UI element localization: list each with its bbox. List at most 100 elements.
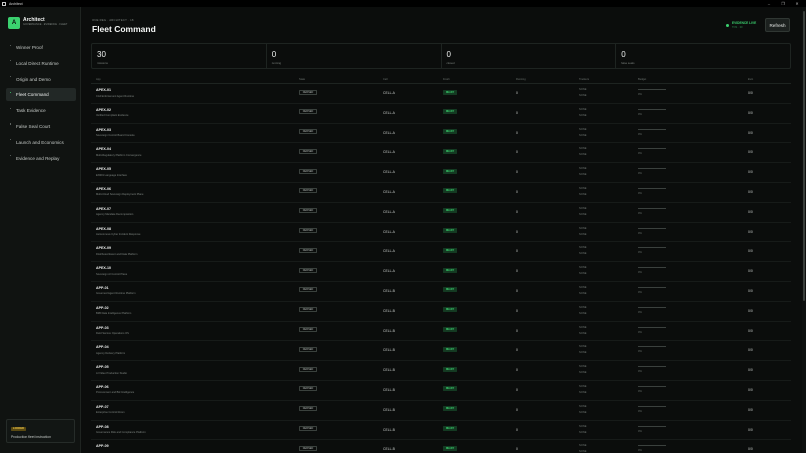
nav-bullet-icon — [10, 91, 12, 94]
budget-percent: 0% — [638, 350, 642, 354]
app-name: APEX-05 — [96, 167, 111, 172]
budget-bar — [638, 346, 666, 348]
budget-bar — [638, 286, 666, 288]
state-badge: DEFINED — [299, 109, 317, 115]
table-row[interactable]: APEX-06 Multi-Cloud Sovereign Deployment … — [91, 183, 791, 203]
table-row[interactable]: APP-03 Field Service Operations OS DEFINED… — [91, 322, 791, 342]
table-row[interactable]: APP-05 AI Video Production Studio DEFINED C… — [91, 361, 791, 381]
budget-bar — [638, 405, 666, 407]
fresh-badge: READY — [443, 208, 457, 214]
sidebar-item[interactable]: Launch and Economics — [6, 136, 76, 149]
tracker-secondary: NONE — [579, 390, 587, 394]
app-name: APEX-10 — [96, 266, 111, 271]
sidebar-item[interactable]: Evidence and Replay — [6, 152, 76, 165]
app-description: Governed Agent Runtime Platform — [96, 292, 136, 296]
running-count: 0 — [516, 368, 518, 373]
vertical-scrollbar[interactable] — [802, 7, 806, 453]
state-badge: DEFINED — [299, 168, 317, 174]
tracker-secondary: NONE — [579, 272, 587, 276]
budget-bar — [638, 366, 666, 368]
tracker-primary: NONE — [579, 305, 587, 309]
budget-bar — [638, 227, 666, 229]
fresh-badge: READY — [443, 247, 457, 253]
col-header-app[interactable]: App — [96, 78, 101, 81]
col-header-state[interactable]: State — [299, 78, 305, 81]
state-badge: DEFINED — [299, 228, 317, 234]
fresh-badge: READY — [443, 168, 457, 174]
app-name: APP-07 — [96, 404, 109, 409]
tracker-primary: NONE — [579, 226, 587, 230]
table-row[interactable]: APEX-02 Verified Compliant Evidence DEFINE… — [91, 104, 791, 124]
scrollbar-thumb[interactable] — [802, 11, 806, 301]
table-row[interactable]: APP-02 B2B Data Intelligence Platform DEFI… — [91, 302, 791, 322]
evidence-status-title: EVIDENCE LIVE — [732, 21, 757, 25]
app-name: APP-08 — [96, 424, 109, 429]
sidebar-item[interactable]: Fleet Command — [6, 88, 76, 102]
budget-percent: 0% — [638, 231, 642, 235]
table-row[interactable]: APEX-05 EN301 Language Interface DEFINED CE… — [91, 163, 791, 183]
minimize-button[interactable]: – — [762, 0, 776, 7]
evidence-count: 0/0 — [748, 288, 753, 293]
col-header-running[interactable]: Running — [516, 78, 526, 81]
col-header-budget[interactable]: Budget — [638, 78, 646, 81]
app-description: Civil Enforcement Agent Runtime — [96, 94, 135, 98]
table-row[interactable]: APEX-07 Agency Mandate Decomposition DEFIN… — [91, 203, 791, 223]
table-row[interactable]: APEX-09 Distributed Event and Data Platfo… — [91, 242, 791, 263]
table-row[interactable]: APP-08 Governance Risk and Compliance Pla… — [91, 421, 791, 441]
window-title: Architect — [9, 1, 23, 6]
col-header-cell[interactable]: Cell — [383, 78, 387, 81]
table-body: APEX-01 Civil Enforcement Agent Runtime DE… — [91, 84, 791, 453]
tracker-secondary: NONE — [579, 113, 587, 117]
table-row[interactable]: APP-07 Enterprise Control Room DEFINED CELL… — [91, 401, 791, 421]
table-row[interactable]: APP-06 Procurement and Bid Intelligence DE… — [91, 381, 791, 401]
tracker-secondary: NONE — [579, 212, 587, 216]
state-badge: DEFINED — [299, 89, 317, 95]
table-row[interactable]: APEX-10 Sovereign AI Control Plane DEFINED… — [91, 262, 791, 282]
page-title: Fleet Command — [92, 24, 156, 34]
table-row[interactable]: APP-04 Agency Delivery Platform DEFINED CEL… — [91, 341, 791, 362]
app-name: APP-05 — [96, 365, 109, 370]
cell-label: CELL-A — [383, 170, 395, 175]
tracker-secondary: NONE — [579, 371, 587, 375]
sidebar-item[interactable]: Origin and Demo — [6, 73, 76, 86]
evidence-count: 0/0 — [748, 209, 753, 214]
window-titlebar: Architect – ❐ ✕ — [0, 0, 806, 7]
fresh-badge: READY — [443, 228, 457, 234]
table-row[interactable]: APP-01 Governed Agent Runtime Platform DEF… — [91, 282, 791, 302]
app-name: APP-03 — [96, 325, 109, 330]
table-row[interactable]: APEX-08 Autonomous Cyber Incident Respons… — [91, 223, 791, 243]
fresh-badge: READY — [443, 148, 457, 154]
app-description: Agency Delivery Platform — [96, 351, 126, 355]
budget-percent: 0% — [638, 132, 642, 136]
cell-label: CELL-A — [383, 189, 395, 194]
table-row[interactable]: APP-09 DEFINED CELL-B READY 0 NONE NONE 0% 0/0 — [91, 440, 791, 453]
running-count: 0 — [516, 110, 518, 115]
budget-bar — [638, 108, 666, 110]
refresh-button[interactable]: Refresh — [765, 18, 790, 32]
running-count: 0 — [516, 348, 518, 353]
state-badge: DEFINED — [299, 386, 317, 392]
sidebar-item-label: Launch and Economics — [16, 139, 64, 145]
nav-bullet-icon — [10, 44, 12, 46]
maximize-button[interactable]: ❐ — [776, 0, 790, 7]
col-header-fresh[interactable]: Fresh — [443, 78, 450, 81]
table-row[interactable]: APEX-03 Sovereign Control Board Console DE… — [91, 124, 791, 144]
sidebar-item-label: Local Direct Runtime — [16, 60, 59, 66]
sidebar-item[interactable]: Winner Proof — [6, 41, 76, 54]
state-badge: DEFINED — [299, 366, 317, 372]
table-row[interactable]: APEX-04 Multi-Regulatory Platform Converg… — [91, 143, 791, 164]
fresh-badge: READY — [443, 327, 457, 333]
tracker-primary: NONE — [579, 88, 587, 91]
state-badge: DEFINED — [299, 129, 317, 135]
fresh-badge: READY — [443, 445, 457, 451]
app-description: EN301 Language Interface — [96, 173, 128, 177]
table-row[interactable]: APEX-01 Civil Enforcement Agent Runtime DE… — [91, 84, 791, 104]
sidebar-item[interactable]: Local Direct Runtime — [6, 57, 76, 70]
sidebar-item[interactable]: Task Evidence — [6, 104, 76, 117]
col-header-trackers[interactable]: Trackers — [579, 78, 589, 81]
col-header-evidence[interactable]: Ev/n — [748, 78, 753, 81]
evidence-count: 0/0 — [748, 387, 753, 392]
sidebar-item[interactable]: False Seal Court — [6, 120, 76, 133]
tracker-primary: NONE — [579, 365, 587, 369]
close-button[interactable]: ✕ — [790, 0, 804, 7]
